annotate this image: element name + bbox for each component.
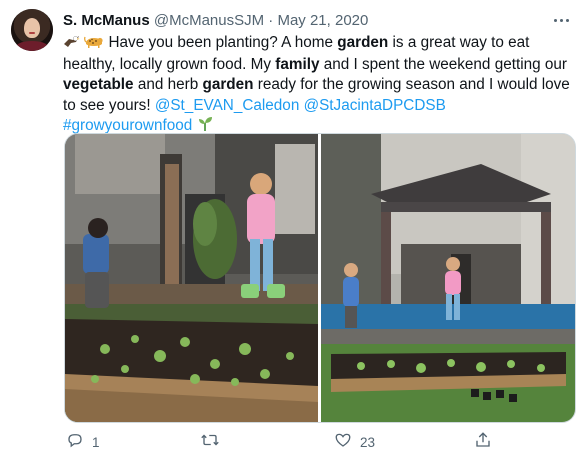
like-count: 23 <box>360 434 376 450</box>
retweet-icon <box>200 431 220 454</box>
like-icon <box>334 431 352 454</box>
share-icon <box>474 431 492 454</box>
reply-icon <box>66 431 84 454</box>
text-run: Have you been planting? A home <box>108 34 338 51</box>
like-button[interactable]: 23 <box>334 430 375 454</box>
reply-button[interactable]: 1 <box>66 430 100 454</box>
photo-left[interactable] <box>65 134 318 422</box>
text-run: and herb <box>133 76 203 94</box>
share-button[interactable] <box>474 430 492 454</box>
reply-count: 1 <box>92 434 100 450</box>
retweet-button[interactable] <box>200 430 228 454</box>
tweet-header: S. McManus @McManusSJM · May 21, 2020 <box>63 11 368 31</box>
more-icon[interactable] <box>547 12 575 28</box>
action-bar: 1 23 <box>64 430 564 454</box>
separator: · <box>268 12 274 29</box>
text-bold: vegetable <box>63 76 134 94</box>
hashtag-link[interactable]: #growyourownfood <box>63 117 192 134</box>
mention-link[interactable]: @StJacintaDPCDSB <box>304 97 446 114</box>
eagle-icon <box>63 34 80 55</box>
tweet-date[interactable]: May 21, 2020 <box>277 12 368 29</box>
media-grid <box>64 133 576 423</box>
author-handle[interactable]: @McManusSJM <box>154 12 264 29</box>
avatar[interactable] <box>11 9 53 51</box>
leopard-icon <box>84 34 104 55</box>
mention-link[interactable]: @St_EVAN_Caledon <box>155 97 300 114</box>
photo-right[interactable] <box>321 134 575 422</box>
text-bold: garden <box>337 34 389 51</box>
text-bold: family <box>275 56 320 74</box>
author-name[interactable]: S. McManus <box>63 12 150 29</box>
text-run: and I spent the weekend getting our <box>319 56 567 74</box>
tweet-text: Have you been planting? A home garden is… <box>63 33 579 138</box>
text-bold: garden <box>202 76 254 94</box>
tweet[interactable]: S. McManus @McManusSJM · May 21, 2020 Ha… <box>0 0 588 462</box>
